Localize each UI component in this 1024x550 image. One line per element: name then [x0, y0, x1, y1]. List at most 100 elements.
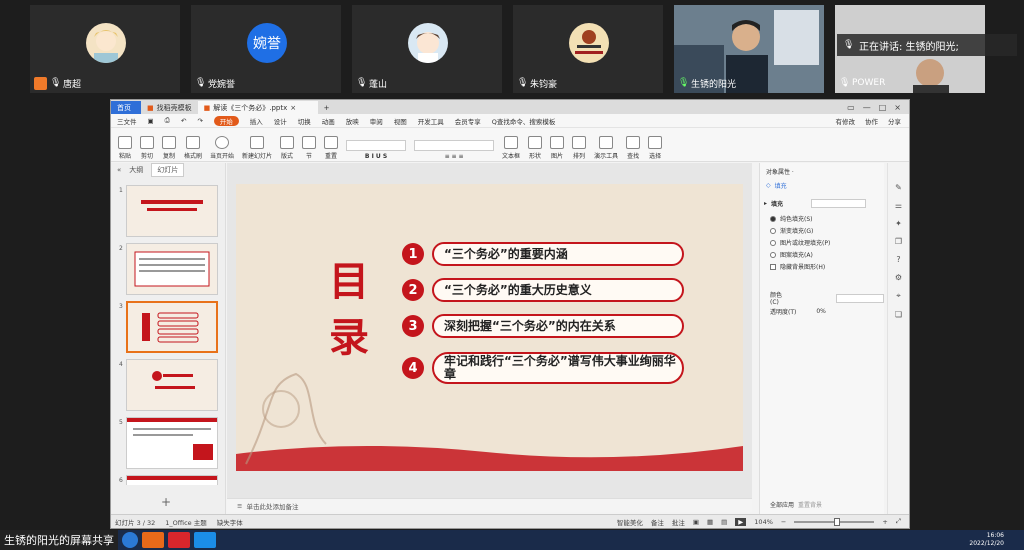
modify-button[interactable]: 有修改 — [836, 116, 856, 126]
zoom-slider[interactable] — [794, 517, 875, 526]
zoom-out-icon[interactable]: − — [781, 518, 786, 526]
tab-document[interactable]: ■ 解读《三个务必》.pptx × — [197, 101, 318, 114]
minimize-icon[interactable]: — — [863, 103, 871, 112]
redo-icon[interactable]: ↷ — [197, 117, 202, 125]
print-icon[interactable]: ⎙ — [165, 116, 170, 125]
zoom-in-icon[interactable]: + — [882, 518, 887, 526]
save-icon[interactable]: ▣ — [148, 117, 154, 125]
notes-button[interactable]: 备注 — [651, 517, 664, 527]
meeting-icon[interactable] — [194, 532, 216, 548]
select-button[interactable]: 选择 — [645, 130, 665, 160]
location-icon[interactable]: ⌖ — [896, 291, 901, 301]
search-command[interactable]: Q查找命令、搜索模板 — [492, 116, 556, 126]
tab-home[interactable]: 首页 — [111, 101, 141, 114]
menu-slideshow[interactable]: 放映 — [346, 116, 359, 126]
collab-button[interactable]: 协作 — [865, 116, 878, 126]
participant-tile[interactable]: 🎙 朱钧豪 — [513, 5, 663, 93]
menu-review[interactable]: 审阅 — [370, 116, 383, 126]
participant-video-tile[interactable]: 🎙 生锈的阳光 — [674, 5, 824, 93]
menu-start[interactable]: 开始 — [213, 115, 239, 126]
properties-icon[interactable]: ⚌ — [895, 201, 902, 210]
close-icon[interactable]: × — [894, 103, 901, 112]
participant-tile[interactable]: 🎙 蓬山 — [352, 5, 502, 93]
hide-background-checkbox[interactable]: 隐藏背景图形(H) — [770, 262, 825, 271]
add-slide-icon[interactable]: + — [161, 495, 171, 509]
slide-canvas[interactable]: 目录 1 “三个务必”的重要内涵 2 “三个务必”的重大历史意义 3 深刻把握“三个务… — [227, 163, 752, 498]
slide-thumbnail[interactable]: 1 — [113, 185, 225, 239]
start-icon[interactable] — [122, 532, 138, 548]
menu-view[interactable]: 视图 — [394, 116, 407, 126]
tab-outline[interactable]: 大纲 — [129, 165, 143, 175]
normal-view-icon[interactable]: ▣ — [693, 518, 699, 526]
maximize-icon[interactable]: □ — [879, 103, 887, 112]
participant-tile[interactable]: 🎙 唐超 — [30, 5, 180, 93]
book-icon[interactable]: ❏ — [895, 310, 902, 319]
picture-button[interactable]: 图片 — [547, 130, 567, 160]
participant-tile[interactable]: 婉誉 🎙 党婉誉 — [191, 5, 341, 93]
play-from-current-button[interactable]: 当页开始 — [207, 130, 237, 160]
copy-button[interactable]: 复制 — [159, 130, 179, 160]
new-slide-button[interactable]: 新建幻灯片 — [239, 130, 275, 160]
fill-option-gradient[interactable]: 渐变填充(G) — [770, 226, 813, 235]
slide[interactable]: 目录 1 “三个务必”的重要内涵 2 “三个务必”的重大历史意义 3 深刻把握“三个务… — [236, 184, 743, 471]
animation-icon[interactable]: ✦ — [895, 219, 902, 228]
menu-design[interactable]: 设计 — [274, 116, 287, 126]
collapse-icon[interactable]: « — [117, 166, 121, 174]
menu-insert[interactable]: 插入 — [250, 116, 263, 126]
menu-developer[interactable]: 开发工具 — [418, 116, 444, 126]
find-button[interactable]: 查找 — [623, 130, 643, 160]
layout-button[interactable]: 版式 — [277, 130, 297, 160]
shape-button[interactable]: 形状 — [525, 130, 545, 160]
layout-icon[interactable]: ▭ — [847, 103, 855, 112]
play-button[interactable]: ▶ — [735, 517, 747, 526]
comment-button[interactable]: 批注 — [672, 517, 685, 527]
zoom-level[interactable]: 104% — [754, 518, 773, 526]
wps-icon[interactable] — [168, 532, 190, 548]
reset-button[interactable]: 重置 — [321, 130, 341, 160]
sorter-view-icon[interactable]: ▦ — [707, 518, 713, 526]
tab-slides[interactable]: 幻灯片 — [151, 163, 185, 177]
menu-member[interactable]: 会员专享 — [455, 116, 481, 126]
font-controls[interactable]: B I U S — [343, 130, 409, 160]
apply-all-button[interactable]: 全部应用 — [770, 500, 794, 509]
slide-thumbnail[interactable]: 4 — [113, 359, 225, 413]
copy-icon[interactable]: ❐ — [895, 237, 902, 246]
transparency-field[interactable]: 透明度(T) 0% — [770, 307, 826, 316]
menu-file[interactable]: 三文件 — [117, 116, 137, 126]
slide-thumbnail[interactable]: 5 — [113, 417, 225, 471]
missing-font[interactable]: 缺失字体 — [217, 517, 243, 527]
new-tab-button[interactable]: + — [318, 101, 336, 114]
undo-icon[interactable]: ↶ — [181, 117, 186, 125]
section-button[interactable]: 节 — [299, 130, 319, 160]
reading-view-icon[interactable]: ▤ — [721, 518, 727, 526]
format-painter-button[interactable]: 格式刷 — [181, 130, 205, 160]
tab-templates[interactable]: ■ 找稻壳模板 — [141, 101, 198, 114]
presentation-tools-button[interactable]: 演示工具 — [591, 130, 621, 160]
smart-beautify-button[interactable]: 智能美化 — [617, 517, 643, 527]
paste-button[interactable]: 粘贴 — [115, 130, 135, 160]
fill-option-solid[interactable]: 纯色填充(S) — [770, 214, 813, 223]
cut-button[interactable]: 剪切 — [137, 130, 157, 160]
textbox-button[interactable]: 文本框 — [499, 130, 523, 160]
notes-bar[interactable]: ≡ 单击此处添加备注 — [227, 498, 752, 512]
reset-bg-button[interactable]: 重置背景 — [798, 500, 822, 509]
menu-animation[interactable]: 动画 — [322, 116, 335, 126]
slide-thumbnail[interactable]: 2 — [113, 243, 225, 297]
slide-thumbnail[interactable]: 6 — [113, 475, 225, 485]
arrange-button[interactable]: 排列 — [569, 130, 589, 160]
close-tab-icon[interactable]: × — [290, 104, 296, 112]
fit-icon[interactable]: ⤢ — [896, 517, 901, 526]
share-button[interactable]: 分享 — [888, 116, 901, 126]
menu-transition[interactable]: 切换 — [298, 116, 311, 126]
color-field[interactable]: 颜色(C) — [770, 290, 884, 306]
tools-icon[interactable]: ⚙ — [895, 273, 902, 282]
style-icon[interactable]: ✎ — [895, 183, 902, 192]
app-icon[interactable] — [142, 532, 164, 548]
fill-option-pattern[interactable]: 图案填充(A) — [770, 250, 813, 259]
paragraph-controls[interactable]: ≡ ≡ ≡ — [411, 130, 497, 160]
fill-section[interactable]: ▸ 填充 — [764, 199, 867, 208]
fill-tab[interactable]: ◇ 填充 — [766, 181, 787, 190]
help-icon[interactable]: ? — [896, 255, 900, 264]
fill-option-picture[interactable]: 图片或纹理填充(P) — [770, 238, 830, 247]
slide-thumbnail-selected[interactable]: 3 — [113, 301, 225, 355]
